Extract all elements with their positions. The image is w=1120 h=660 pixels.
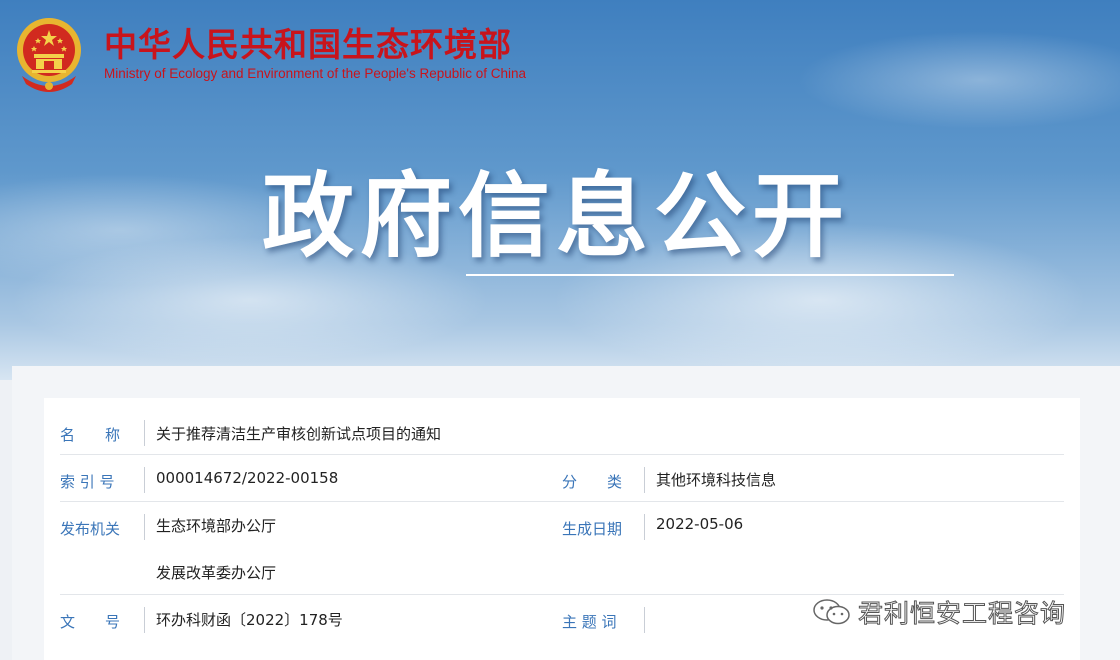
field-divider	[644, 514, 645, 540]
publisher-value-2: 发展改革委办公厅	[156, 564, 277, 582]
name-value: 关于推荐清洁生产审核创新试点项目的通知	[156, 425, 442, 443]
banner-divider	[466, 274, 954, 276]
ministry-title-cn: 中华人民共和国生态环境部	[104, 25, 512, 64]
date-label: 生成日期	[562, 520, 623, 538]
hero-banner: 中华人民共和国生态环境部 Ministry of Ecology and Env…	[0, 0, 1120, 380]
publisher-label: 发布机关	[60, 520, 121, 538]
index-label: 索 引 号	[60, 473, 115, 491]
category-value: 其他环境科技信息	[656, 471, 777, 489]
index-value: 000014672/2022-00158	[156, 469, 339, 487]
docno-label: 文 号	[60, 613, 121, 631]
row-separator	[60, 454, 1064, 455]
category-label: 分 类	[562, 473, 623, 491]
name-label: 名 称	[60, 426, 121, 444]
watermark: 君利恒安工程咨询	[812, 594, 1066, 630]
publisher-value-1: 生态环境部办公厅	[156, 517, 277, 535]
row-separator	[60, 501, 1064, 502]
wechat-icon	[813, 599, 850, 625]
keywords-label: 主 题 词	[562, 613, 617, 631]
docno-value: 环办科财函〔2022〕178号	[156, 611, 343, 629]
field-divider	[644, 607, 645, 633]
field-divider	[144, 514, 145, 540]
banner-title: 政府信息公开	[262, 163, 851, 270]
watermark-text: 君利恒安工程咨询	[857, 599, 1067, 629]
date-value: 2022-05-06	[656, 515, 744, 533]
field-divider	[644, 467, 645, 493]
ministry-title-en: Ministry of Ecology and Environment of t…	[104, 66, 527, 81]
field-divider	[144, 467, 145, 493]
field-divider	[144, 420, 145, 446]
national-emblem-icon	[17, 18, 81, 92]
field-divider	[144, 607, 145, 633]
